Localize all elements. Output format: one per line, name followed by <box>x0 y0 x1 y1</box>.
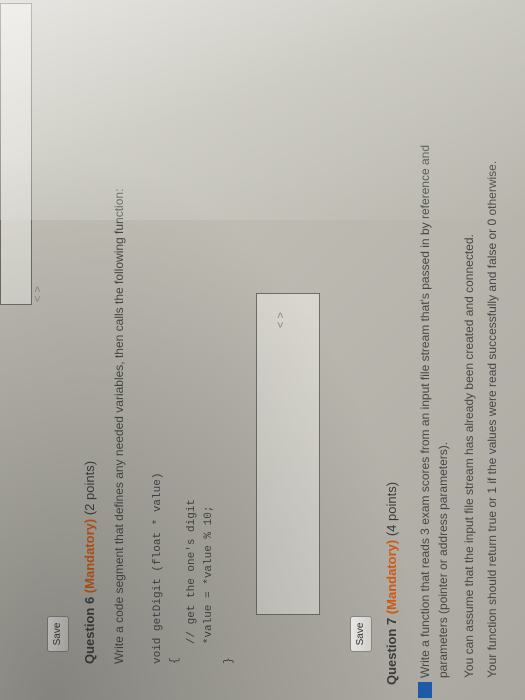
q5-scroll-arrows[interactable]: < > <box>32 286 44 302</box>
photo-of-monitor: < > Save Question 6 (Mandatory) (2 point… <box>0 0 525 700</box>
q7-line-4: Your function should return true or 1 if… <box>485 160 499 678</box>
q6-points: (2 points) <box>82 460 97 516</box>
q6-heading: Question 6 (Mandatory) (2 points) <box>82 461 97 664</box>
q7-line-3: You can assume that the input file strea… <box>462 234 476 678</box>
q6-scroll-arrows[interactable]: < > <box>275 312 287 328</box>
q6-code-line-4: *value = *value % 10; <box>203 505 215 664</box>
q6-code-line-1: void getDigit (float * value) <box>152 472 164 664</box>
q6-code-line-5: } <box>223 657 235 664</box>
q6-answer-box[interactable] <box>256 293 320 615</box>
q5-save-button[interactable]: Save <box>47 616 69 652</box>
q6-mandatory-label: (Mandatory) <box>82 518 97 594</box>
q6-prompt: Write a code segment that defines any ne… <box>112 188 126 664</box>
q7-mandatory-label: (Mandatory) <box>384 539 399 615</box>
q7-line-2: parameters (pointer or address parameter… <box>436 441 450 678</box>
quiz-page: < > Save Question 6 (Mandatory) (2 point… <box>0 0 525 700</box>
q7-points: (4 points) <box>384 481 399 537</box>
q7-number: Question 7 <box>384 617 399 685</box>
q6-code-line-3: // get the one's digit <box>186 498 198 664</box>
q6-code-line-2: { <box>169 657 181 664</box>
q6-save-button[interactable]: Save <box>350 616 372 652</box>
q7-line-1: Write a function that reads 3 exam score… <box>418 144 432 678</box>
q5-answer-box[interactable] <box>0 3 32 305</box>
q7-accent-mark <box>418 682 432 698</box>
q6-number: Question 6 <box>82 596 97 664</box>
q7-heading: Question 7 (Mandatory) (4 points) <box>384 482 399 685</box>
